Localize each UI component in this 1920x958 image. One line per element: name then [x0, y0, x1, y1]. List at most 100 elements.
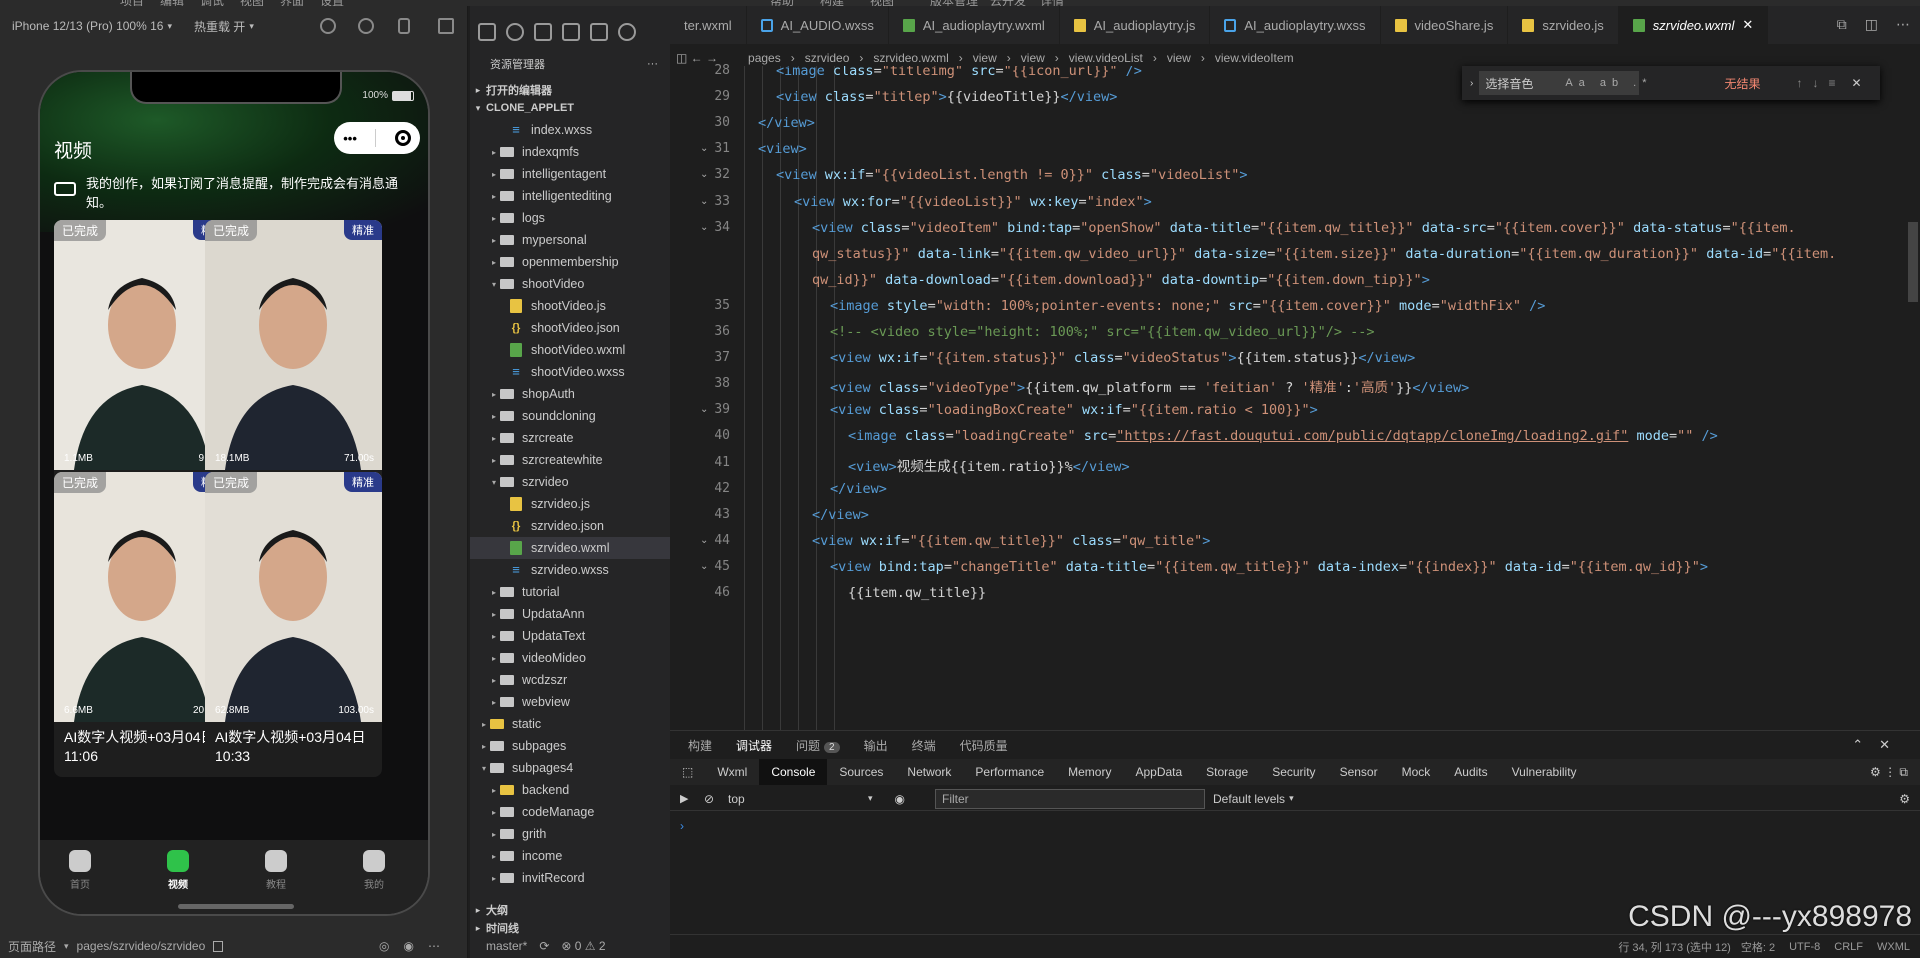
files-icon[interactable] [478, 23, 496, 41]
chevron-icon[interactable]: ▸ [488, 192, 500, 201]
tree-item[interactable]: ≡ shootVideo.wxss [470, 361, 670, 383]
tree-item[interactable]: ▸ openmembership [470, 251, 670, 273]
devtools-tab[interactable]: Audits [1442, 759, 1499, 785]
breadcrumb-item[interactable]: view [1021, 51, 1045, 65]
tree-item[interactable]: ▸ szrcreate [470, 427, 670, 449]
scroll-thumb[interactable] [1908, 222, 1918, 302]
panel-tab[interactable]: 调试器 [736, 737, 772, 754]
devtools-tab[interactable]: Security [1260, 759, 1327, 785]
more-icon[interactable]: ⋯ [1896, 16, 1910, 33]
tree-item[interactable]: ▸ shopAuth [470, 383, 670, 405]
fold-chevron-icon[interactable]: ⌄ [700, 196, 708, 207]
tree-item[interactable]: ▸ codeManage [470, 801, 670, 823]
tree-item[interactable]: szrvideo.wxml [470, 537, 670, 559]
explorer-more-icon[interactable]: ··· [647, 58, 658, 70]
breadcrumb-item[interactable]: view [973, 51, 997, 65]
tree-item[interactable]: ▾ szrvideo [470, 471, 670, 493]
tree-item[interactable]: ▸ static [470, 713, 670, 735]
editor-tab[interactable]: AI_audioplaytry.wxml [889, 6, 1060, 44]
tab-video[interactable]: 视频 [148, 850, 208, 891]
video-card[interactable]: 已完成 精准 62.8MB 103.00s AI数字人视频+03月04日 10:33 [205, 472, 382, 777]
tree-item[interactable]: shootVideo.js [470, 295, 670, 317]
code-line[interactable]: </view> [812, 507, 869, 523]
find-nav[interactable]: ↑↓≡ [1797, 76, 1846, 90]
chevron-icon[interactable]: ▾ [478, 764, 490, 773]
devtools-tab[interactable]: Mock [1390, 759, 1443, 785]
cloud-icon[interactable] [618, 23, 636, 41]
fold-chevron-icon[interactable]: ⌄ [700, 169, 708, 180]
code-line[interactable]: <view wx:if="{{videoList.length != 0}}" … [776, 167, 1247, 183]
editor-tab[interactable]: AI_audioplaytry.wxss [1210, 6, 1381, 44]
devtools-tab[interactable]: Storage [1194, 759, 1260, 785]
code-line[interactable]: <view> [758, 141, 807, 157]
tree-item[interactable]: ▾ shootVideo [470, 273, 670, 295]
git-branch[interactable]: master* [486, 939, 527, 953]
editor-tab[interactable]: AI_AUDIO.wxss [747, 6, 889, 44]
devtools-tab[interactable]: Memory [1056, 759, 1123, 785]
window-icon[interactable] [438, 18, 454, 34]
panel-tab[interactable]: 问题 2 [796, 737, 840, 754]
editor-tab[interactable]: szrvideo.wxml ✕ [1618, 6, 1769, 44]
tree-item[interactable]: ▾ subpages4 [470, 757, 670, 779]
tree-item[interactable]: ▸ szrcreatewhite [470, 449, 670, 471]
chevron-icon[interactable]: ▸ [488, 830, 500, 839]
video-thumbnail[interactable] [205, 220, 382, 470]
tab-home[interactable]: 首页 [50, 850, 110, 891]
chevron-icon[interactable]: ▸ [488, 170, 500, 179]
tree-item[interactable]: ▸ grith [470, 823, 670, 845]
code-line[interactable]: <view class="loadingBoxCreate" wx:if="{{… [830, 402, 1318, 418]
chevron-icon[interactable]: ▸ [488, 588, 500, 597]
context-select[interactable]: top [728, 792, 868, 806]
capsule-menu[interactable]: ••• [334, 122, 420, 154]
chevron-icon[interactable]: ▸ [488, 148, 500, 157]
extensions-icon[interactable] [562, 23, 580, 41]
chevron-icon[interactable]: ▸ [488, 456, 500, 465]
breadcrumb-item[interactable]: view [1167, 51, 1191, 65]
editor-actions[interactable]: ⧉ ◫ ⋯ [1837, 16, 1910, 33]
project-section[interactable]: ▾ CLONE_APPLET [470, 98, 670, 118]
panel-tab[interactable]: 代码质量 [960, 737, 1008, 754]
code-line[interactable]: {{item.qw_title}} [848, 585, 986, 601]
code-line[interactable]: <view>视频生成{{item.ratio}}%</view> [848, 455, 1130, 475]
page-path-label[interactable]: 页面路径 [8, 938, 56, 955]
chevron-icon[interactable]: ▸ [478, 720, 490, 729]
tree-item[interactable]: ▸ tutorial [470, 581, 670, 603]
devtools-tab[interactable]: Vulnerability [1500, 759, 1589, 785]
fold-chevron-icon[interactable]: ⌄ [700, 143, 708, 154]
panel-tab[interactable]: 终端 [912, 737, 936, 754]
find-options[interactable]: Aa ab .* [1565, 77, 1652, 89]
devtools-tab[interactable]: Console [759, 759, 828, 785]
code-line[interactable]: <view class="videoItem" bind:tap="openSh… [812, 220, 1796, 236]
tree-item[interactable]: ▸ soundcloning [470, 405, 670, 427]
find-close-icon[interactable]: ✕ [1852, 76, 1862, 90]
inspect-icon[interactable]: ⬚ [670, 759, 705, 785]
chevron-icon[interactable]: ▸ [488, 434, 500, 443]
tree-item[interactable]: ▸ intelligentediting [470, 185, 670, 207]
tree-item[interactable]: ▸ logs [470, 207, 670, 229]
fold-chevron-icon[interactable]: ⌄ [700, 404, 708, 415]
chevron-icon[interactable]: ▸ [488, 676, 500, 685]
context-chevron-icon[interactable]: ▾ [868, 793, 873, 804]
devtools-tab[interactable]: Sources [827, 759, 895, 785]
tree-item[interactable]: ▸ intelligentagent [470, 163, 670, 185]
chevron-icon[interactable]: ▸ [488, 236, 500, 245]
copy-icon[interactable] [213, 940, 224, 952]
panel-controls[interactable]: ⌃✕ [1852, 737, 1906, 753]
find-expand-icon[interactable]: › [1470, 78, 1473, 89]
breadcrumb-item[interactable]: view.videoItem [1215, 51, 1294, 65]
chevron-icon[interactable]: ▸ [488, 610, 500, 619]
tree-item[interactable]: ≡ szrvideo.wxss [470, 559, 670, 581]
indent-setting[interactable]: 空格: 2 [1741, 939, 1775, 955]
sim-status-icons[interactable]: ◎◉⋯ [379, 939, 454, 953]
compare-icon[interactable]: ⧉ [1837, 16, 1847, 33]
fold-chevron-icon[interactable]: ⌄ [700, 222, 708, 233]
tree-item[interactable]: ▸ income [470, 845, 670, 867]
code-area[interactable]: <image class="titleimg" src="{{icon_url}… [740, 66, 1910, 730]
code-line[interactable]: <image style="width: 100%;pointer-events… [830, 298, 1545, 314]
fold-chevron-icon[interactable]: ⌄ [700, 535, 708, 546]
code-line[interactable]: <view class="titlep">{{videoTitle}}</vie… [776, 89, 1117, 105]
clear-icon[interactable]: ⊘ [704, 792, 714, 806]
tree-item[interactable]: ▸ backend [470, 779, 670, 801]
chevron-icon[interactable]: ▸ [488, 632, 500, 641]
code-line[interactable]: <!-- <video style="height: 100%;" src="{… [830, 324, 1375, 340]
